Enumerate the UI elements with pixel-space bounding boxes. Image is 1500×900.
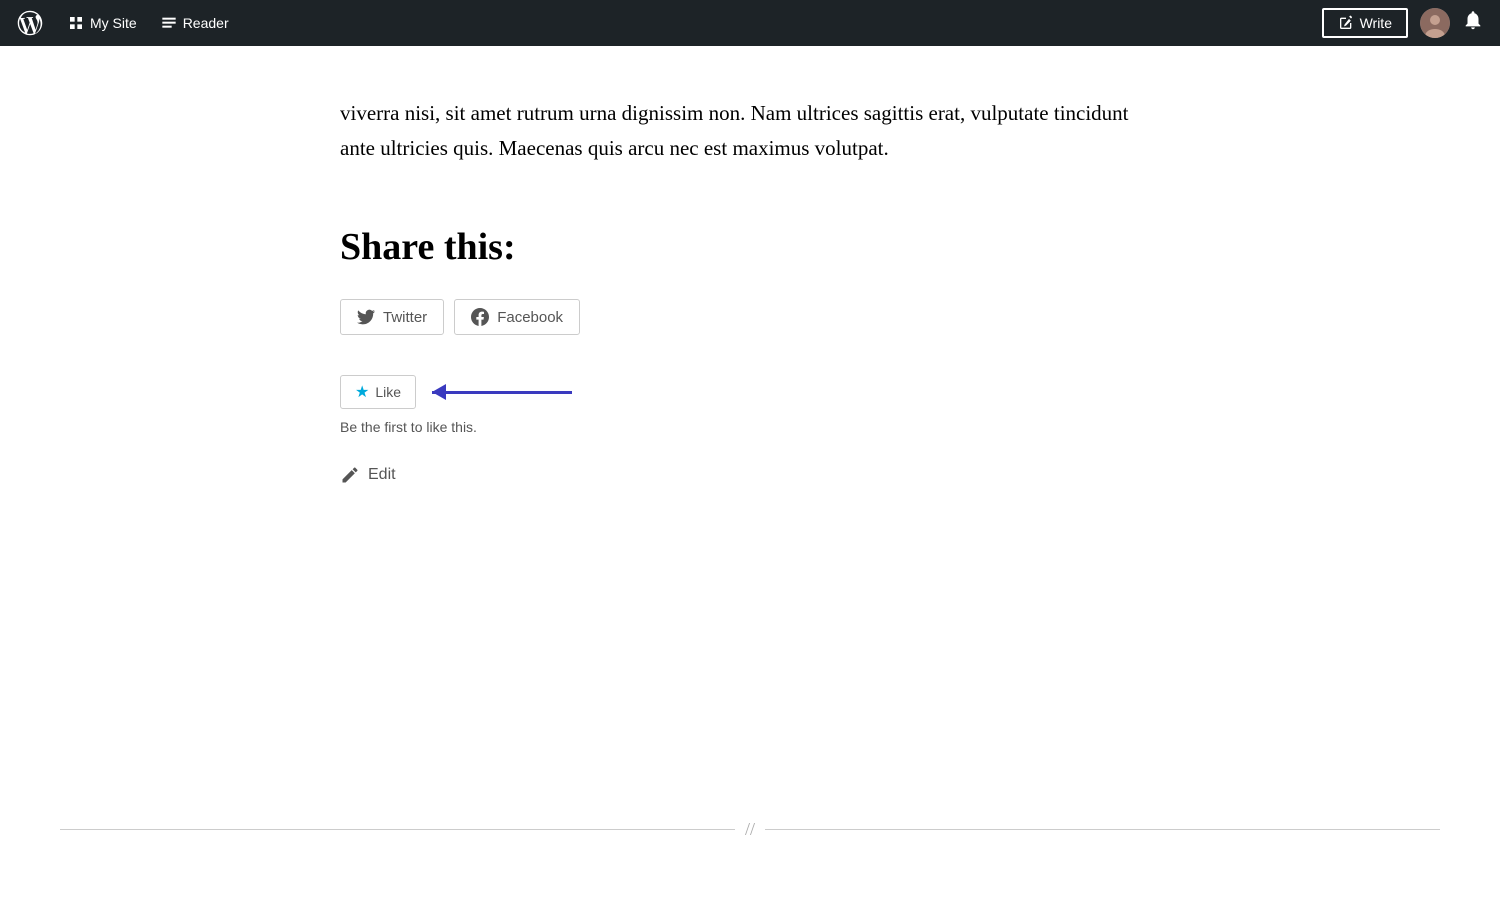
topbar-right: Write <box>1322 8 1484 38</box>
like-row: ★ Like <box>340 375 1160 409</box>
topbar-left: My Site Reader <box>16 9 229 37</box>
be-first-text: Be the first to like this. <box>340 419 1160 435</box>
twitter-share-button[interactable]: Twitter <box>340 299 444 335</box>
edit-link[interactable]: Edit <box>340 465 1160 485</box>
my-site-link[interactable]: My Site <box>68 15 137 31</box>
footer-slash: // <box>735 819 765 840</box>
reader-label: Reader <box>183 15 229 31</box>
wordpress-icon <box>16 9 44 37</box>
reader-icon <box>161 15 177 31</box>
edit-icon <box>340 465 360 485</box>
like-label: Like <box>375 384 401 400</box>
avatar-icon <box>1420 8 1450 38</box>
page-footer: // <box>0 804 1500 854</box>
notifications-icon[interactable] <box>1462 9 1484 37</box>
body-paragraph: viverra nisi, sit amet rutrum urna digni… <box>340 86 1160 165</box>
share-title: Share this: <box>340 225 1160 269</box>
wordpress-logo-link[interactable] <box>16 9 44 37</box>
write-label: Write <box>1360 15 1392 31</box>
share-buttons: Twitter Facebook <box>340 299 1160 335</box>
arrow-annotation <box>432 391 572 394</box>
grid-icon <box>68 15 84 31</box>
write-button[interactable]: Write <box>1322 8 1408 38</box>
like-section: ★ Like Be the first to like this. <box>340 375 1160 435</box>
write-icon <box>1338 15 1354 31</box>
arrow-line <box>432 391 572 394</box>
facebook-share-button[interactable]: Facebook <box>454 299 580 335</box>
twitter-icon <box>357 308 375 326</box>
twitter-label: Twitter <box>383 309 427 326</box>
topbar: My Site Reader Write <box>0 0 1500 46</box>
reader-link[interactable]: Reader <box>161 15 229 31</box>
share-section: Share this: Twitter Facebook ★ Like <box>340 225 1160 485</box>
bell-svg <box>1462 9 1484 31</box>
footer-divider: // <box>60 829 1440 830</box>
facebook-label: Facebook <box>497 309 563 326</box>
my-site-label: My Site <box>90 15 137 31</box>
facebook-icon <box>471 308 489 326</box>
like-button[interactable]: ★ Like <box>340 375 416 409</box>
edit-label: Edit <box>368 466 396 484</box>
main-content: viverra nisi, sit amet rutrum urna digni… <box>320 46 1180 625</box>
avatar[interactable] <box>1420 8 1450 38</box>
like-star-icon: ★ <box>355 382 369 402</box>
